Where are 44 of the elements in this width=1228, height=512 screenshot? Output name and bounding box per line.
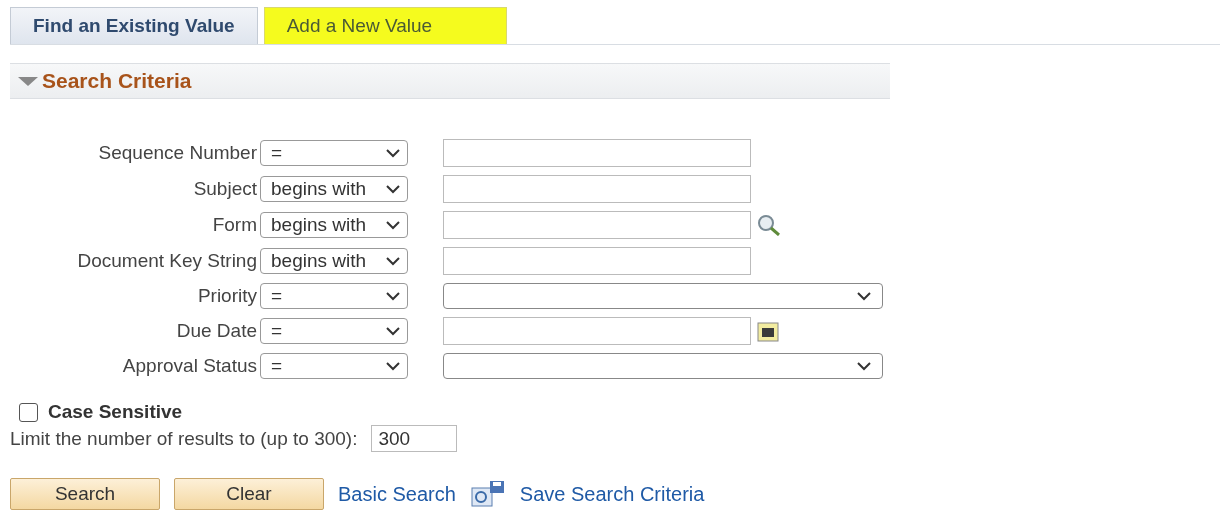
checkbox-label: Case Sensitive — [48, 401, 183, 423]
field-label: Subject — [192, 178, 258, 200]
tab[interactable]: Add a New Value — [263, 7, 508, 44]
input-field[interactable] — [443, 317, 751, 345]
chevron-down-icon — [385, 361, 401, 371]
tab[interactable]: Find an Existing Value — [10, 7, 258, 44]
dropdown[interactable] — [443, 353, 883, 379]
chevron-down-icon — [856, 361, 872, 371]
section-title: Search Criteria — [42, 69, 192, 93]
dropdown[interactable] — [443, 283, 883, 309]
chevron-down-icon — [385, 256, 401, 266]
input-field[interactable] — [443, 247, 751, 275]
field-label: Form — [211, 214, 258, 236]
operator-dropdown[interactable]: begins with — [260, 176, 408, 202]
link[interactable]: Save Search Criteria — [519, 482, 705, 506]
action-button[interactable]: Search — [10, 478, 160, 510]
input-field[interactable] — [443, 139, 751, 167]
operator-dropdown[interactable]: = — [260, 318, 408, 344]
link[interactable]: Basic Search — [338, 482, 456, 506]
chevron-down-icon — [856, 291, 872, 301]
operator-dropdown[interactable]: = — [260, 353, 408, 379]
operator-dropdown[interactable]: begins with — [260, 248, 408, 274]
chevron-down-icon — [385, 148, 401, 158]
calendar-icon[interactable] — [757, 320, 779, 342]
limit-input[interactable]: 300 — [371, 425, 458, 452]
field-label: Due Date — [175, 320, 258, 342]
operator-dropdown[interactable]: = — [260, 140, 408, 166]
field-label: Priority — [196, 285, 258, 307]
input-field[interactable] — [443, 175, 751, 203]
field-label: Approval Status — [121, 355, 258, 377]
chevron-down-icon — [385, 184, 401, 194]
action-button[interactable]: Clear — [174, 478, 324, 510]
chevron-down-icon — [385, 291, 401, 301]
input-field[interactable] — [443, 211, 751, 239]
chevron-down-icon — [385, 326, 401, 336]
checkbox[interactable] — [19, 402, 38, 422]
search-icon[interactable] — [757, 214, 783, 236]
save-search-icon[interactable] — [469, 480, 506, 508]
operator-dropdown[interactable]: = — [260, 283, 408, 309]
limit-label: Limit the number of results to (up to 300): — [10, 427, 358, 450]
operator-dropdown[interactable]: begins with — [260, 212, 408, 238]
field-label: Sequence Number — [97, 142, 258, 164]
field-label: Document Key String — [76, 250, 258, 272]
chevron-down-icon — [385, 220, 401, 230]
